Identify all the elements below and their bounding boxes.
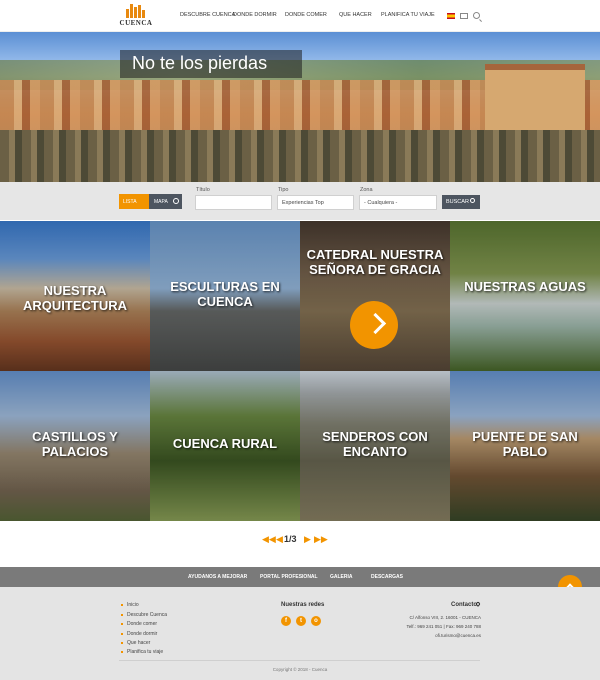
tipo-select[interactable]: Experiencias Top: [277, 195, 354, 210]
hero-title: No te los pierdas: [132, 53, 268, 73]
link-portal-profesional[interactable]: PORTAL PROFESIONAL: [260, 574, 318, 580]
tile-title: PUENTE DE SAN PABLO: [472, 429, 578, 459]
mail-icon[interactable]: [460, 13, 468, 19]
nav-descubre-cuenca[interactable]: DESCUBRE CUENCA: [180, 12, 235, 18]
page-indicator: 1/3: [284, 534, 297, 544]
tile-nuestra-arquitectura[interactable]: NUESTRA ARQUITECTURA: [0, 221, 150, 371]
footer-link-donde-comer[interactable]: Donde comer: [127, 621, 157, 627]
top-navbar: CUENCA DESCUBRE CUENCA DONDE DORMIR DOND…: [0, 0, 600, 32]
footer-link-planifica[interactable]: Planifica tu viaje: [127, 649, 163, 655]
prev-page-icon[interactable]: ◀: [276, 534, 283, 545]
next-page-icon[interactable]: ▶: [304, 534, 311, 545]
footer-links-bar: AYUDANOS A MEJORAR PORTAL PROFESIONAL GA…: [0, 567, 600, 587]
titulo-input[interactable]: [195, 195, 272, 210]
footer-link-descubre[interactable]: Descubre Cuenca: [127, 612, 167, 618]
facebook-icon[interactable]: f: [281, 616, 291, 626]
redes-title: Nuestras redes: [281, 602, 325, 608]
contact-email[interactable]: ofi.turismo@cuenca.es: [435, 633, 481, 638]
tile-esculturas-en-cuenca[interactable]: ESCULTURAS EN CUENCA: [150, 221, 300, 371]
search-button-icon: [470, 198, 475, 203]
tile-cuenca-rural[interactable]: CUENCA RURAL: [150, 371, 300, 521]
footer-link-donde-dormir[interactable]: Donde dormir: [127, 631, 157, 637]
logo-text: CUENCA: [119, 19, 153, 27]
footer-link-inicio[interactable]: Inicio: [127, 602, 139, 608]
tile-title: CATEDRAL NUESTRA SEÑORA DE GRACIA: [306, 247, 444, 277]
search-icon[interactable]: [473, 12, 480, 19]
tile-castillos-y-palacios[interactable]: CASTILLOS Y PALACIOS: [0, 371, 150, 521]
twitter-icon[interactable]: t: [296, 616, 306, 626]
tile-title: NUESTRAS AGUAS: [464, 279, 586, 294]
tile-puente-de-san-pablo[interactable]: PUENTE DE SAN PABLO: [450, 371, 600, 521]
map-pin-icon: [173, 198, 179, 204]
titulo-label: Título: [196, 187, 210, 193]
tile-senderos-con-encanto[interactable]: SENDEROS CON ENCANTO: [300, 371, 450, 521]
list-view-button[interactable]: LISTA: [119, 194, 149, 209]
nav-donde-comer[interactable]: DONDE COMER: [285, 12, 327, 18]
tile-title: CUENCA RURAL: [172, 436, 278, 451]
search-button-label: BUSCAR: [446, 199, 469, 205]
search-button[interactable]: BUSCAR: [442, 195, 480, 209]
map-view-button[interactable]: MAPA: [149, 194, 182, 209]
footer-link-que-hacer[interactable]: Que hacer: [127, 640, 150, 646]
contact-address: C/ Alfonso VIII, 2. 16001 - CUENCA: [409, 615, 481, 620]
first-page-icon[interactable]: ◀◀: [262, 534, 276, 545]
tipo-label: Tipo: [278, 187, 289, 193]
zona-select[interactable]: - Cualquiera -: [359, 195, 437, 210]
link-descargas[interactable]: DESCARGAS: [371, 574, 403, 580]
total-pages: 3: [291, 534, 297, 544]
tile-title: ESCULTURAS EN CUENCA: [170, 279, 280, 309]
contacto-title: Contacto: [451, 602, 477, 608]
zona-label: Zona: [360, 187, 373, 193]
logo-mark-icon: [126, 4, 146, 18]
contact-phone: Telf.: 969 241 051 | Fax: 969 240 788: [406, 624, 481, 629]
instagram-icon[interactable]: o: [311, 616, 321, 626]
next-arrow-button[interactable]: [350, 301, 398, 349]
last-page-icon[interactable]: ▶▶: [314, 534, 328, 545]
copyright-text: Copyright © 2018 - Cuenca: [272, 667, 328, 672]
map-view-label: MAPA: [154, 199, 168, 205]
nav-planifica-tu-viaje[interactable]: PLANIFICA TU VIAJE: [381, 12, 435, 18]
nav-que-hacer[interactable]: QUE HACER: [339, 12, 372, 18]
tile-nuestras-aguas[interactable]: NUESTRAS AGUAS: [450, 221, 600, 371]
nav-donde-dormir[interactable]: DONDE DORMIR: [233, 12, 277, 18]
spain-flag-icon[interactable]: [447, 13, 455, 19]
tile-title: CASTILLOS Y PALACIOS: [32, 429, 118, 459]
link-ayudanos[interactable]: AYUDANOS A MEJORAR: [188, 574, 247, 580]
tile-title: NUESTRA ARQUITECTURA: [23, 283, 127, 313]
tile-title: SENDEROS CON ENCANTO: [322, 429, 428, 459]
link-galeria[interactable]: GALERIA: [330, 574, 353, 580]
cuenca-logo[interactable]: CUENCA: [118, 4, 154, 28]
